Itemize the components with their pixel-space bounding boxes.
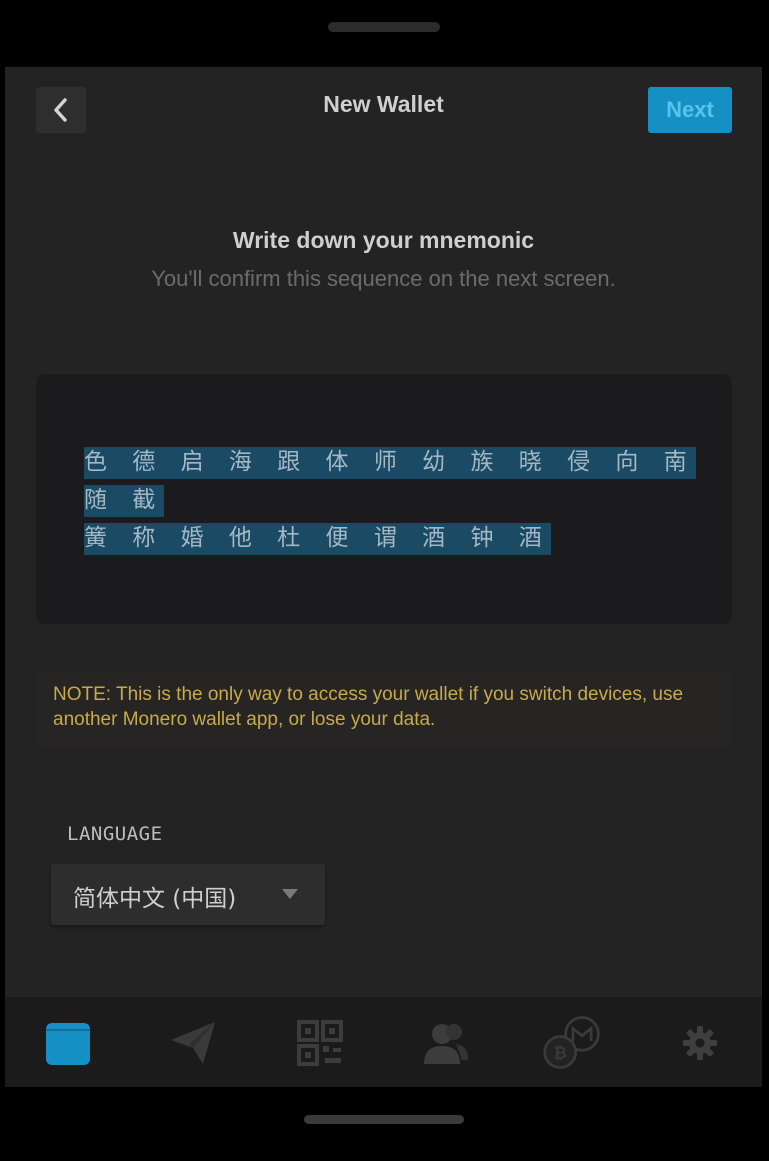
mnemonic-text[interactable]: 色 德 启 海 跟 体 师 幼 族 晓 侵 向 南 随 截 簧 称 婚 他 杜 … <box>84 443 696 557</box>
app-screen: New Wallet Next Write down your mnemonic… <box>5 67 762 1087</box>
language-selected-value: 简体中文 (中国) <box>73 886 237 912</box>
mnemonic-line-1[interactable]: 色 德 启 海 跟 体 师 幼 族 晓 侵 向 南 随 截 <box>84 447 696 517</box>
exchange-icon: ₿ <box>543 1016 600 1069</box>
language-select[interactable]: 简体中文 (中国) <box>51 864 325 925</box>
mnemonic-box: 色 德 启 海 跟 体 师 幼 族 晓 侵 向 南 随 截 簧 称 婚 他 杜 … <box>36 374 732 624</box>
tab-settings[interactable] <box>670 1015 730 1071</box>
next-button[interactable]: Next <box>648 87 732 133</box>
contacts-icon <box>424 1024 468 1064</box>
mnemonic-line-2[interactable]: 簧 称 婚 他 杜 便 谓 酒 钟 酒 <box>84 523 551 555</box>
bottom-tab-bar: ₿ <box>5 997 762 1087</box>
gear-icon <box>683 1026 717 1060</box>
send-icon <box>171 1022 215 1064</box>
mnemonic-subheading: You'll confirm this sequence on the next… <box>151 266 616 291</box>
device-frame: New Wallet Next Write down your mnemonic… <box>0 0 769 1161</box>
tab-wallet[interactable] <box>38 1015 98 1071</box>
home-indicator <box>304 1115 464 1124</box>
dropdown-arrow-icon <box>282 889 298 899</box>
language-label: LANGUAGE <box>67 823 163 845</box>
wallet-icon <box>46 1023 90 1065</box>
note-box: NOTE: This is the only way to access you… <box>36 671 732 747</box>
tab-contacts[interactable] <box>416 1015 476 1071</box>
tab-send[interactable] <box>163 1015 223 1071</box>
qr-code-icon <box>297 1020 343 1066</box>
speaker-notch <box>328 22 440 32</box>
tab-receive[interactable] <box>290 1015 350 1071</box>
tab-exchange[interactable]: ₿ <box>542 1015 602 1071</box>
svg-text:₿: ₿ <box>554 1043 567 1062</box>
note-text: NOTE: This is the only way to access you… <box>53 684 684 730</box>
mnemonic-heading: Write down your mnemonic <box>232 227 535 253</box>
